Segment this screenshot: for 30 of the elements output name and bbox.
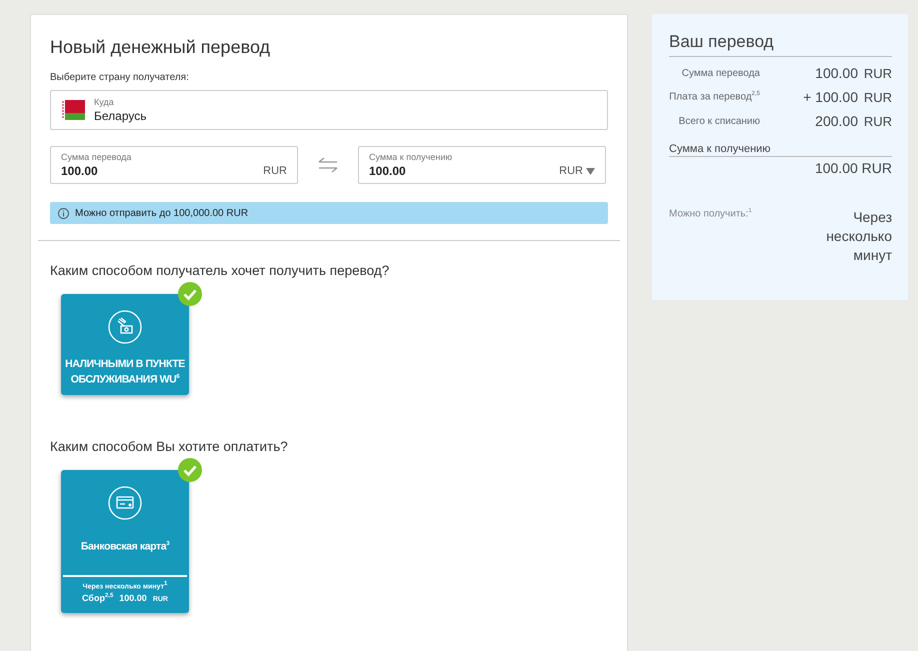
- summary-value: + 100.00: [802, 89, 858, 105]
- summary-currency: RUR: [862, 114, 892, 128]
- section-question: Каким способом Вы хотите оплатить?: [50, 438, 289, 454]
- info-icon: [58, 208, 69, 218]
- flag-icon: [61, 100, 85, 120]
- summary-currency: RUR: [862, 90, 892, 104]
- info-text: Можно отправить до 100,000.00 RUR: [75, 208, 248, 218]
- country-select[interactable]: Куда Беларусь: [50, 90, 608, 130]
- receive-value: 100.00 RUR: [814, 160, 892, 176]
- availability-label: Можно получить:$^{1}$: [669, 208, 752, 222]
- summary-label: Сумма перевода: [680, 68, 761, 78]
- summary-label: Всего к списанию: [678, 116, 761, 126]
- caret-icon[interactable]: [586, 168, 595, 174]
- send-amount-field[interactable]: Сумма перевода 100.00 RUR: [50, 146, 298, 184]
- receive-amount-field[interactable]: Сумма к получению 100.00 RUR: [358, 146, 606, 184]
- cash-hand-icon: [108, 310, 142, 344]
- receive-label: Сумма к получению: [669, 143, 892, 157]
- field-label: Куда: [94, 97, 115, 107]
- summary-value: 100.00: [814, 65, 858, 81]
- credit-card-icon: [108, 486, 142, 520]
- summary-value: 200.00: [814, 113, 858, 129]
- section-question: Каким способом получатель хочет получить перевод?: [50, 263, 390, 278]
- swap-arrows-icon[interactable]: [317, 157, 339, 173]
- availability-value: Через несколько минут: [825, 208, 892, 265]
- field-value: Беларусь: [94, 109, 146, 123]
- summary-currency: RUR: [862, 66, 892, 80]
- summary-title: Ваш перевод: [669, 32, 892, 57]
- summary-label: Плата за перевод$^{2,5}$: [669, 91, 761, 103]
- country-prompt: Выберите страну получателя:: [50, 72, 190, 83]
- page-title: Новый денежный перевод: [50, 37, 272, 58]
